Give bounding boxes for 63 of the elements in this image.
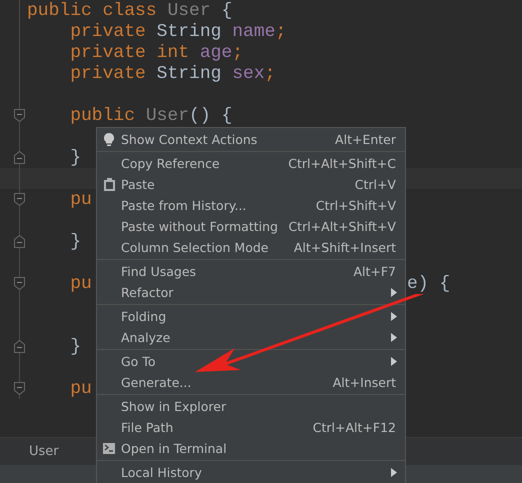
menu-item-label: Paste bbox=[121, 177, 156, 192]
shortcut-label: Alt+Insert bbox=[332, 375, 396, 390]
shortcut-label: Ctrl+Shift+V bbox=[316, 198, 396, 213]
menu-item-label: Folding bbox=[121, 309, 168, 324]
menu-item[interactable]: Folding bbox=[97, 306, 405, 327]
code-line: } bbox=[69, 150, 82, 166]
clipboard-icon bbox=[104, 178, 114, 191]
menu-item-label: Open in Terminal bbox=[121, 441, 228, 456]
menu-item-label: Find Usages bbox=[121, 264, 198, 279]
shortcut-label: Ctrl+Alt+Shift+C bbox=[288, 156, 396, 171]
menu-item-label: Generate... bbox=[121, 375, 192, 390]
menu-item-label: File Path bbox=[121, 420, 174, 435]
menu-item[interactable]: Paste from History... Ctrl+Shift+V bbox=[97, 195, 405, 216]
menu-item[interactable]: Open in Terminal bbox=[97, 438, 405, 459]
menu-item-label: Go To bbox=[121, 354, 156, 369]
lightbulb-icon bbox=[104, 133, 114, 146]
code-line: private String sex; bbox=[69, 66, 276, 82]
code-line: pu bbox=[69, 192, 92, 208]
menu-item[interactable]: Column Selection Mode Alt+Shift+Insert bbox=[97, 237, 405, 258]
shortcut-label: Alt+F7 bbox=[353, 264, 396, 279]
menu-item[interactable]: Show Context Actions Alt+Enter bbox=[97, 129, 405, 150]
code-line: pu bbox=[69, 276, 92, 292]
menu-item[interactable]: File Path Ctrl+Alt+F12 bbox=[97, 417, 405, 438]
fold-icon[interactable] bbox=[14, 277, 25, 290]
terminal-icon bbox=[103, 443, 115, 454]
code-line: private int age; bbox=[69, 44, 244, 60]
menu-item[interactable]: Show in Explorer bbox=[97, 396, 405, 417]
shortcut-label: Ctrl+Alt+Shift+V bbox=[288, 219, 396, 234]
code-line: pu bbox=[69, 380, 92, 396]
shortcut-label: Alt+Enter bbox=[335, 132, 396, 147]
menu-item-label: Paste from History... bbox=[121, 198, 248, 213]
menu-item-label: Local History bbox=[121, 465, 203, 480]
menu-item-label: Copy Reference bbox=[121, 156, 221, 171]
menu-item[interactable]: Paste Ctrl+V bbox=[97, 174, 405, 195]
menu-item[interactable]: Paste without Formatting Ctrl+Alt+Shift+V bbox=[97, 216, 405, 237]
shortcut-label: Ctrl+V bbox=[354, 177, 396, 192]
menu-item-label: Column Selection Mode bbox=[121, 240, 270, 255]
shortcut-label: Alt+Shift+Insert bbox=[294, 240, 396, 255]
menu-item[interactable]: Generate... Alt+Insert bbox=[97, 372, 405, 393]
menu-item[interactable]: Go To bbox=[97, 351, 405, 372]
breadcrumb-item[interactable]: User bbox=[29, 444, 59, 459]
unfold-icon[interactable] bbox=[14, 235, 25, 248]
menu-item[interactable]: Analyze bbox=[97, 327, 405, 348]
shortcut-label: Ctrl+Alt+F12 bbox=[312, 420, 396, 435]
code-line: public class User { bbox=[27, 2, 232, 18]
unfold-icon[interactable] bbox=[14, 340, 25, 353]
unfold-icon[interactable] bbox=[14, 151, 25, 164]
menu-item[interactable]: Refactor bbox=[97, 282, 405, 303]
menu-item-label: Show Context Actions bbox=[121, 132, 258, 147]
menu-item[interactable]: Find Usages Alt+F7 bbox=[97, 261, 405, 282]
code-line: private String name; bbox=[69, 24, 286, 40]
code-line: public User() { bbox=[69, 108, 232, 124]
fold-icon[interactable] bbox=[14, 109, 25, 122]
menu-item-label: Refactor bbox=[121, 285, 174, 300]
fold-icon[interactable] bbox=[14, 193, 25, 206]
menu-item-label: Paste without Formatting bbox=[121, 219, 279, 234]
menu-item-label: Show in Explorer bbox=[121, 399, 228, 414]
fold-icon[interactable] bbox=[14, 382, 25, 395]
code-line: } bbox=[69, 338, 82, 354]
code-line: } bbox=[69, 234, 82, 250]
menu-item[interactable]: Copy Reference Ctrl+Alt+Shift+C bbox=[97, 153, 405, 174]
menu-item-label: Analyze bbox=[121, 330, 172, 345]
menu-item[interactable]: Local History bbox=[97, 462, 405, 483]
